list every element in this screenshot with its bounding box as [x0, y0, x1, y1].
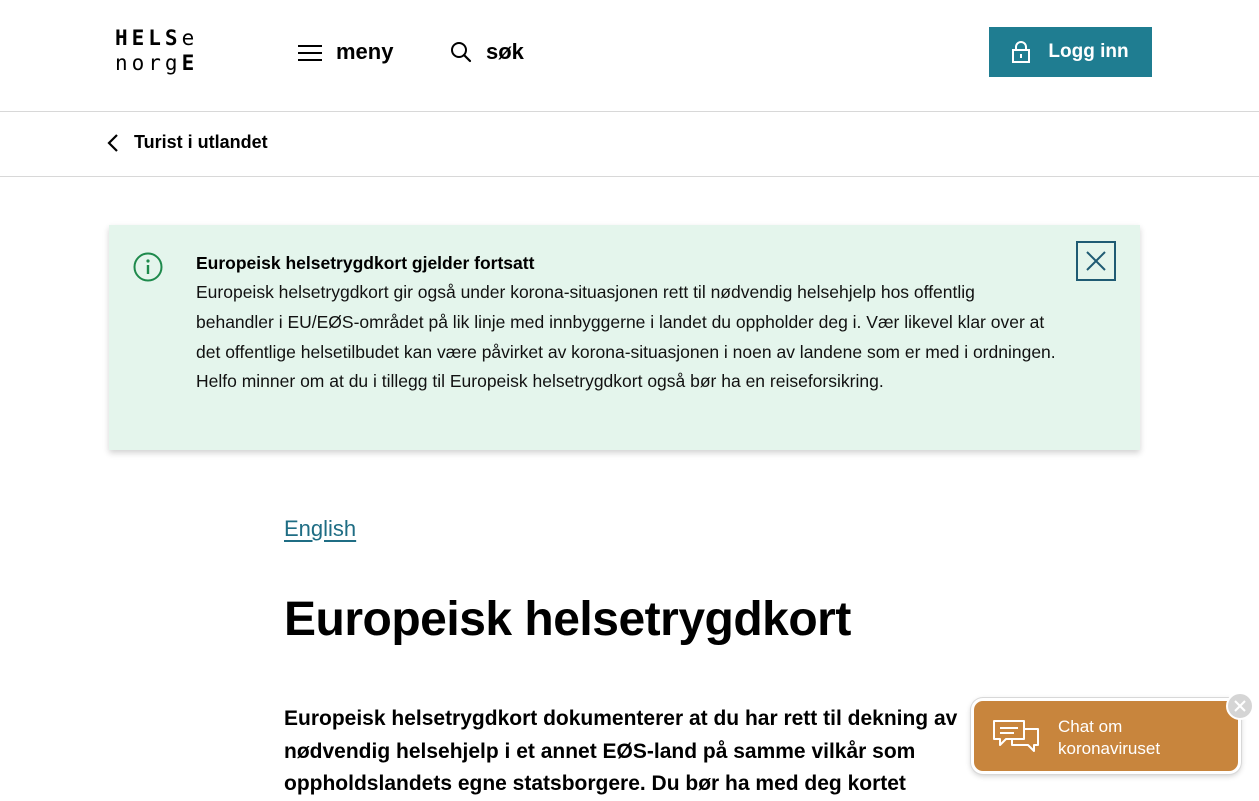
- menu-label: meny: [336, 39, 394, 64]
- breadcrumb-label: Turist i utlandet: [134, 132, 268, 152]
- login-label: Logg inn: [1048, 41, 1129, 62]
- site-header: HELSe norgE meny søk Logg inn: [0, 0, 1259, 112]
- logo-row1-upper: HELS: [115, 26, 182, 50]
- chat-close-button[interactable]: [1226, 692, 1254, 720]
- breadcrumb-bar: Turist i utlandet: [0, 112, 1259, 177]
- login-button[interactable]: Logg inn: [989, 27, 1152, 77]
- breadcrumb-back-link[interactable]: Turist i utlandet: [106, 132, 268, 153]
- logo-row1-lower: e: [181, 26, 199, 50]
- search-icon: [451, 42, 472, 63]
- chat-bubbles-icon: [993, 720, 1039, 752]
- chat-label-line1: Chat om: [1058, 717, 1123, 736]
- lead-paragraph: Europeisk helsetrygdkort dokumenterer at…: [284, 707, 958, 795]
- menu-button[interactable]: meny: [298, 36, 393, 68]
- info-icon: [133, 252, 163, 282]
- alert-title: Europeisk helsetrygdkort gjelder fortsat…: [196, 253, 535, 273]
- logo-row2-upper: E: [181, 51, 199, 75]
- english-language-link[interactable]: English: [284, 516, 356, 542]
- search-button[interactable]: søk: [450, 36, 524, 68]
- alert-body: Europeisk helsetrygdkort gir også under …: [196, 282, 1056, 392]
- info-alert: Europeisk helsetrygdkort gjelder fortsat…: [109, 225, 1140, 450]
- chat-widget-button[interactable]: Chat om koronaviruset: [971, 698, 1241, 774]
- close-icon: [1086, 251, 1106, 271]
- alert-close-button[interactable]: [1076, 241, 1116, 281]
- chat-label-line2: koronaviruset: [1058, 739, 1161, 758]
- logo-row2-lower: norg: [115, 51, 182, 75]
- search-label: søk: [486, 39, 524, 64]
- lock-icon: [1012, 41, 1031, 63]
- helsenorge-logo[interactable]: HELSe norgE: [115, 26, 235, 82]
- hamburger-icon: [298, 43, 322, 61]
- page-title: Europeisk helsetrygdkort: [284, 593, 851, 646]
- close-icon: [1234, 700, 1246, 712]
- chevron-left-icon: [107, 133, 118, 152]
